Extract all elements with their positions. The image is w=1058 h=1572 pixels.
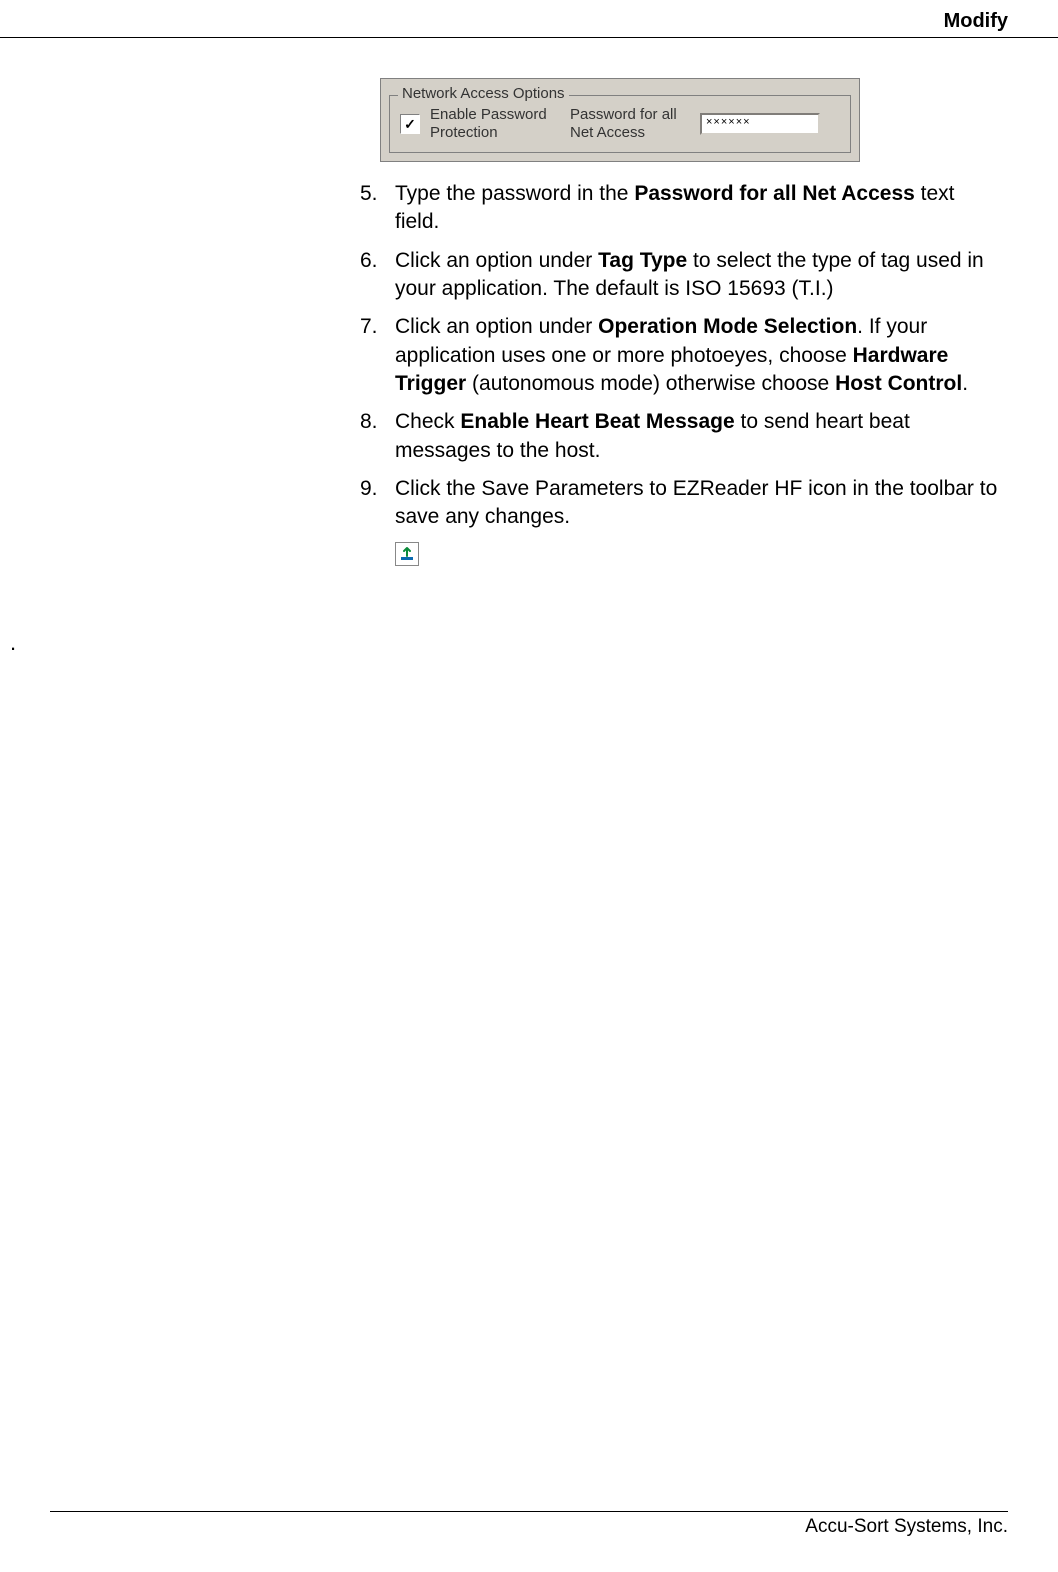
step-body: Check Enable Heart Beat Message to send … [395,408,998,465]
header-title: Modify [944,10,1008,32]
step-number: 8. [360,408,395,465]
page-header: Modify [0,0,1058,38]
page-footer: Accu-Sort Systems, Inc. [50,1511,1008,1538]
step-number: 7. [360,313,395,398]
step-number: 6. [360,247,395,304]
save-icon-block [395,542,998,568]
network-options-fieldset: Network Access Options ✓ Enable Password… [389,95,851,153]
password-input[interactable]: ×××××× [700,113,820,135]
step-5: 5. Type the password in the Password for… [360,180,998,237]
instructions-list: 5. Type the password in the Password for… [360,180,998,532]
step-8: 8. Check Enable Heart Beat Message to se… [360,408,998,465]
step-7: 7. Click an option under Operation Mode … [360,313,998,398]
step-6: 6. Click an option under Tag Type to sel… [360,247,998,304]
stray-period: . [10,630,16,656]
step-number: 9. [360,475,395,532]
password-for-all-label: Password for all Net Access [570,106,690,142]
step-number: 5. [360,180,395,237]
step-9: 9. Click the Save Parameters to EZReader… [360,475,998,532]
step-body: Type the password in the Password for al… [395,180,998,237]
step-body: Click an option under Operation Mode Sel… [395,313,998,398]
enable-password-label: Enable Password Protection [430,106,560,142]
save-parameters-icon[interactable] [395,542,419,566]
network-options-dialog: Network Access Options ✓ Enable Password… [380,78,860,162]
content-area: Network Access Options ✓ Enable Password… [0,38,1058,568]
step-body: Click the Save Parameters to EZReader HF… [395,475,998,532]
fieldset-legend: Network Access Options [398,85,569,102]
enable-password-checkbox[interactable]: ✓ [400,114,420,134]
fieldset-row: ✓ Enable Password Protection Password fo… [400,106,840,142]
footer-text: Accu-Sort Systems, Inc. [805,1516,1008,1537]
step-body: Click an option under Tag Type to select… [395,247,998,304]
